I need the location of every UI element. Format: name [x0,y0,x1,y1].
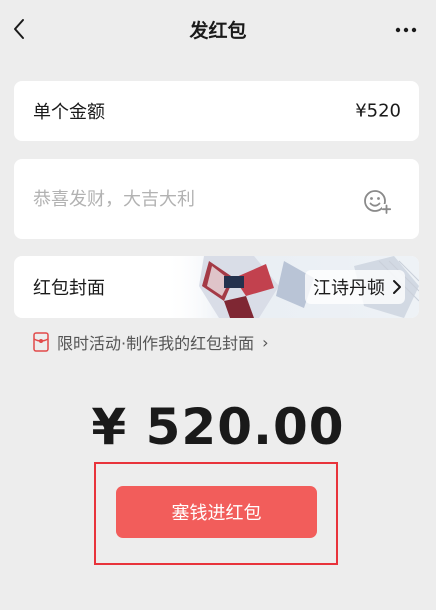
emoji-button[interactable] [363,187,392,215]
more-dots-icon [395,27,417,33]
emoji-add-icon [364,190,392,214]
cover-selector[interactable]: 江诗丹顿 [305,270,405,304]
promo-arrow: › [262,332,269,352]
red-packet-cover-icon [33,332,49,352]
greeting-input[interactable] [33,189,353,210]
amount-value[interactable]: ¥520 [355,101,401,122]
greeting-card [14,159,419,239]
more-button[interactable] [394,18,418,42]
page-title: 发红包 [189,20,247,42]
send-red-packet-button[interactable]: 塞钱进红包 [116,486,317,538]
navigation-bar: 发红包 [0,0,436,60]
cover-selected-name: 江诗丹顿 [313,278,385,299]
cover-label: 红包封面 [33,278,105,299]
promo-link[interactable]: 限时活动·制作我的红包封面 › [33,330,269,354]
promo-text: 限时活动·制作我的红包封面 [57,334,255,353]
chevron-right-icon [393,280,401,294]
amount-label: 单个金额 [33,102,105,123]
cover-row[interactable]: 红包封面 江诗丹顿 [14,256,419,318]
total-amount: ¥ 520.00 [91,398,345,456]
amount-row[interactable]: 单个金额 ¥520 [14,81,419,141]
